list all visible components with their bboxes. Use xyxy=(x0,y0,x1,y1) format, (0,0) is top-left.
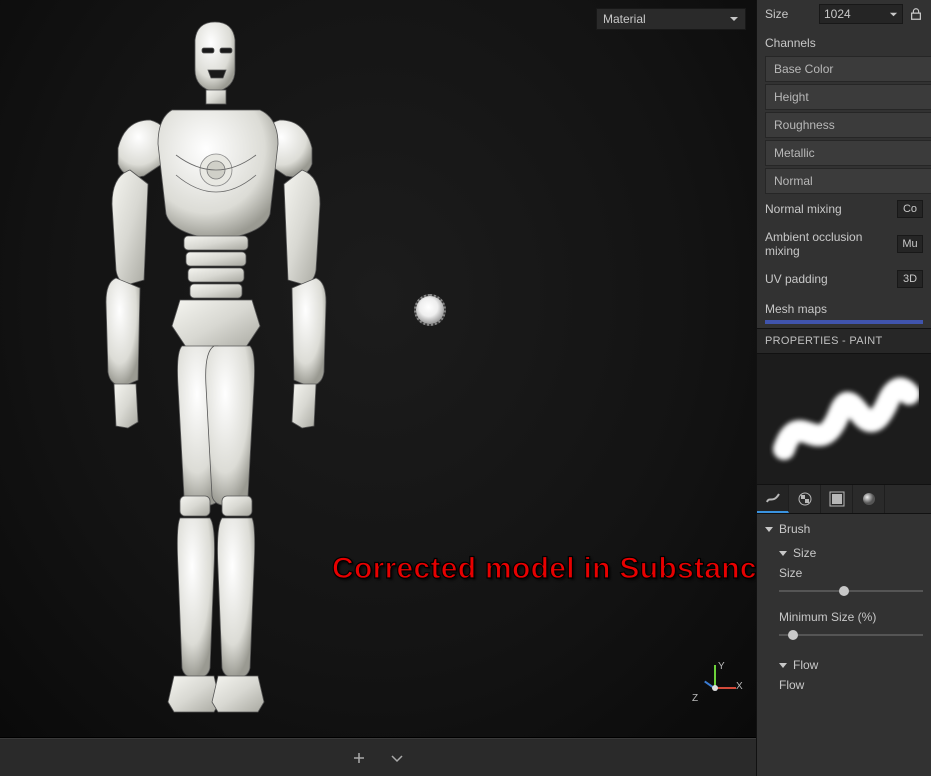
texture-size-dropdown[interactable]: 1024 xyxy=(819,4,903,24)
tab-stencil[interactable] xyxy=(821,485,853,513)
texture-size-label: Size xyxy=(765,7,813,21)
tab-alpha[interactable] xyxy=(789,485,821,513)
triangle-down-icon xyxy=(779,663,787,668)
triangle-down-icon xyxy=(765,527,773,532)
min-size-label: Minimum Size (%) xyxy=(757,606,931,624)
channel-normal[interactable]: Normal xyxy=(765,168,931,194)
texture-size-value: 1024 xyxy=(824,7,851,21)
size-slider[interactable] xyxy=(779,586,923,596)
shading-mode-dropdown[interactable]: Material xyxy=(596,8,746,30)
chevron-down-icon[interactable] xyxy=(388,749,406,767)
collapse-icon[interactable] xyxy=(350,749,368,767)
normal-mixing-dropdown[interactable]: Co xyxy=(897,200,923,218)
channels-label: Channels xyxy=(757,28,931,54)
triangle-down-icon xyxy=(779,551,787,556)
sphere-icon xyxy=(861,491,877,507)
channel-metallic[interactable]: Metallic xyxy=(765,140,931,166)
size-group-header[interactable]: Size xyxy=(757,538,931,562)
ao-mixing-label: Ambient occlusion mixing xyxy=(765,230,889,258)
stencil-icon xyxy=(829,491,845,507)
properties-panel-title: PROPERTIES - PAINT xyxy=(757,328,931,354)
brush-preview xyxy=(757,354,931,484)
ao-mixing-dropdown[interactable]: Mu xyxy=(897,235,923,253)
brush-stroke-icon xyxy=(765,490,781,506)
axis-z-label: Z xyxy=(692,693,698,704)
mesh-maps-label: Mesh maps xyxy=(757,294,931,320)
channel-base-color[interactable]: Base Color xyxy=(765,56,931,82)
channel-roughness[interactable]: Roughness xyxy=(765,112,931,138)
channel-height[interactable]: Height xyxy=(765,84,931,110)
slider-knob[interactable] xyxy=(839,586,849,596)
tab-brush[interactable] xyxy=(757,485,789,513)
uv-padding-label: UV padding xyxy=(765,272,889,286)
side-panel: Size 1024 Channels Base Color Height Rou… xyxy=(756,0,931,776)
brush-group-header[interactable]: Brush xyxy=(757,514,931,538)
viewport-bottom-toolbar xyxy=(0,738,756,776)
paint-mode-tabs xyxy=(757,484,931,514)
axis-y-label: Y xyxy=(718,661,725,672)
flow-label: Flow xyxy=(757,674,931,692)
size-label: Size xyxy=(757,562,931,580)
normal-mixing-label: Normal mixing xyxy=(765,202,889,216)
mesh-maps-progress xyxy=(765,320,923,324)
chevron-down-icon xyxy=(889,10,898,19)
slider-knob[interactable] xyxy=(788,630,798,640)
brush-cursor xyxy=(416,296,444,324)
uv-padding-dropdown[interactable]: 3D xyxy=(897,270,923,288)
viewport-3d[interactable]: Material xyxy=(0,0,756,738)
chevron-down-icon xyxy=(729,14,739,24)
min-size-slider[interactable] xyxy=(779,630,923,640)
alpha-checker-icon xyxy=(797,491,813,507)
model-mesh[interactable] xyxy=(80,10,380,720)
axis-gizmo[interactable]: Y X Z xyxy=(696,665,738,707)
flow-group-header[interactable]: Flow xyxy=(757,650,931,674)
tab-material[interactable] xyxy=(853,485,885,513)
axis-x-label: X xyxy=(736,681,743,692)
lock-icon[interactable] xyxy=(909,7,923,21)
shading-mode-label: Material xyxy=(603,12,646,26)
